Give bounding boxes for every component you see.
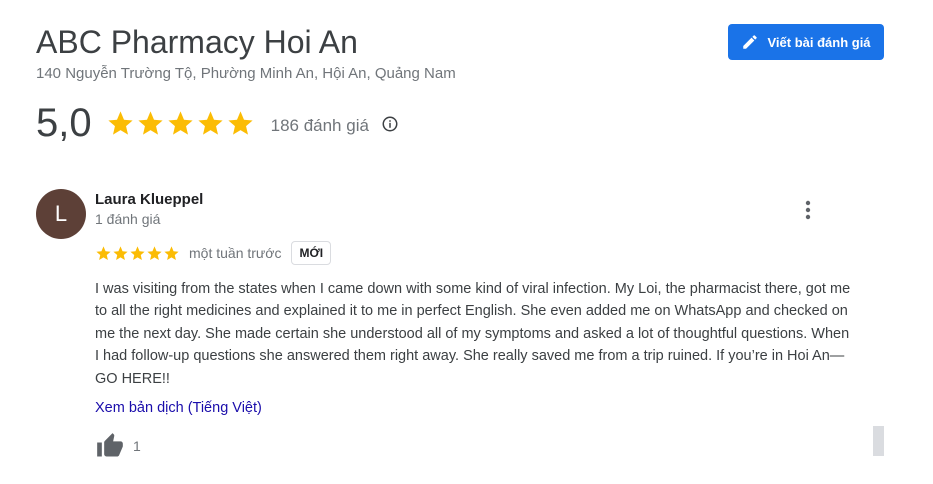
star-icon xyxy=(228,110,253,135)
pencil-icon xyxy=(741,33,759,51)
write-review-button[interactable]: Viết bài đánh giá xyxy=(728,24,884,60)
place-address: 140 Nguyễn Trường Tộ, Phường Minh An, Hộ… xyxy=(36,65,456,82)
place-title: ABC Pharmacy Hoi An xyxy=(36,24,358,60)
thumb-up-icon xyxy=(97,433,123,457)
star-icon xyxy=(113,245,128,260)
star-icon xyxy=(147,245,162,260)
star-icon xyxy=(130,245,145,260)
review-rating-row: một tuần trước MỚI xyxy=(95,240,332,266)
rating-summary: 5,0 186 đánh giá xyxy=(36,100,399,146)
new-badge: MỚI xyxy=(291,241,332,265)
more-vert-icon xyxy=(805,200,811,220)
more-options-button[interactable] xyxy=(798,198,818,222)
translate-link[interactable]: Xem bản dịch (Tiếng Việt) xyxy=(95,400,262,416)
star-icon xyxy=(96,245,111,260)
scrollbar-thumb[interactable] xyxy=(873,426,884,456)
review-text: I was visiting from the states when I ca… xyxy=(95,281,851,387)
star-icon xyxy=(138,110,163,135)
star-icon xyxy=(108,110,133,135)
rating-stars xyxy=(106,109,255,138)
reviewer-name[interactable]: Laura Klueppel xyxy=(95,191,203,208)
review-count: 186 đánh giá xyxy=(270,116,369,135)
info-icon[interactable] xyxy=(381,115,399,138)
reviewer-review-count: 1 đánh giá xyxy=(95,211,161,227)
rating-value: 5,0 xyxy=(36,100,92,145)
avatar[interactable]: L xyxy=(36,189,86,239)
like-button[interactable]: 1 xyxy=(95,432,141,460)
write-review-label: Viết bài đánh giá xyxy=(767,34,871,50)
star-icon xyxy=(164,245,179,260)
star-icon xyxy=(198,110,223,135)
review-time: một tuần trước xyxy=(189,245,282,261)
star-icon xyxy=(168,110,193,135)
like-count: 1 xyxy=(133,438,141,454)
review-stars xyxy=(95,245,180,262)
